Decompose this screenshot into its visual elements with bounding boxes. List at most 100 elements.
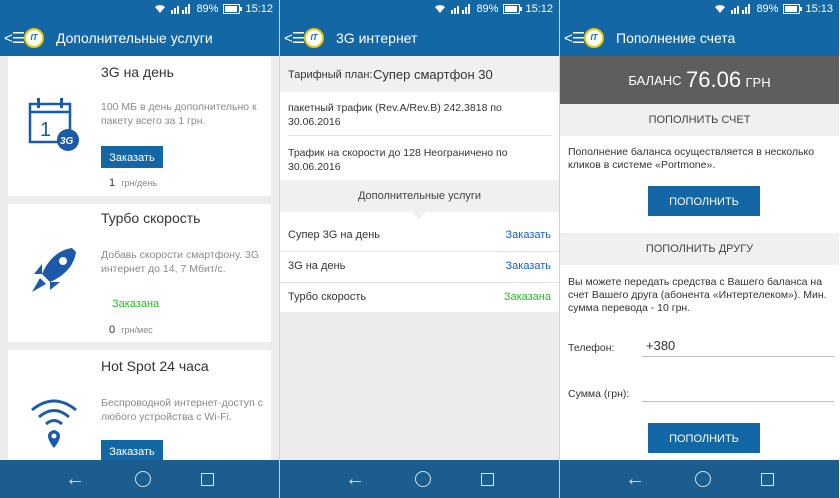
section-header-topup: ПОПОЛНИТЬ СЧЕТ — [560, 104, 839, 136]
card-price: 1 грн/день — [109, 177, 157, 189]
battery-percent: 89% — [756, 3, 779, 15]
app-bar: <☰ IT Дополнительные услуги — [0, 20, 279, 56]
android-nav-bar: ← — [0, 460, 279, 498]
card-title: Турбо скорость — [101, 210, 201, 226]
status-bar: 89% 15:13 — [560, 0, 839, 20]
nav-recents-icon[interactable] — [201, 472, 214, 486]
battery-icon — [223, 4, 243, 14]
calendar-3g-icon: 1 3G — [28, 98, 79, 151]
nav-home-icon[interactable] — [135, 471, 151, 487]
traffic-info-packet: пакетный трафик (Rev.A/Rev.B) 242.3818 п… — [288, 102, 502, 128]
price-value: 1 — [109, 177, 116, 189]
calendar-day-number: 1 — [40, 119, 51, 141]
amount-input[interactable] — [642, 380, 834, 402]
price-unit: грн/день — [121, 178, 157, 188]
calendar-3g-badge: 3G — [60, 136, 74, 147]
screen-3g-internet: 89% 15:12 <☰ IT 3G интернет Тарифный пла… — [280, 0, 559, 498]
service-row: Турбо скорость Заказана — [280, 282, 559, 314]
section-header-friend: ПОПОЛНИТЬ ДРУГУ — [560, 233, 839, 265]
order-super-3g-link[interactable]: Заказать — [506, 229, 552, 241]
page-title: Дополнительные услуги — [56, 30, 213, 46]
balance-amount: 76.06 — [686, 67, 742, 92]
clock: 15:12 — [525, 3, 553, 15]
service-row: Супер 3G на день Заказать — [280, 220, 559, 252]
nav-back-icon[interactable]: ← — [625, 468, 645, 491]
android-nav-bar: ← — [560, 460, 839, 498]
intertelecom-logo: IT — [24, 28, 44, 48]
service-name: 3G на день — [288, 260, 346, 272]
card-description: 100 МБ в день дополнительно к пакету все… — [101, 101, 257, 127]
phone-input[interactable] — [642, 335, 834, 357]
service-name: Супер 3G на день — [288, 229, 381, 241]
card-title: 3G на день — [101, 64, 174, 80]
battery-icon — [503, 4, 523, 14]
topup-friend-button[interactable]: ПОПОЛНИТЬ СЧЕТ — [648, 423, 760, 475]
balance-banner: БАЛАНС 76.06 ГРН — [560, 56, 839, 104]
wifi-signal-icon — [155, 5, 166, 13]
card-title: Hot Spot 24 часа — [101, 358, 209, 374]
wifi-location-icon — [31, 399, 77, 448]
price-value: 0 — [109, 324, 116, 336]
nav-back-icon[interactable]: ← — [345, 468, 365, 491]
menu-back-icon[interactable]: <☰ — [4, 29, 25, 47]
service-row: 3G на день Заказать — [280, 251, 559, 283]
cell-signal-icon — [731, 4, 751, 14]
card-description: Добавь скорости смартфону. 3G интернет д… — [101, 249, 260, 275]
order-3g-day-link[interactable]: Заказать — [506, 260, 552, 272]
status-bar: 89% 15:12 — [280, 0, 559, 20]
section-notch — [412, 212, 426, 219]
android-nav-bar: ← — [280, 460, 559, 498]
card-price: 0 грн/мес — [109, 324, 153, 336]
order-3g-day-button[interactable]: Заказать — [101, 146, 163, 168]
wifi-signal-icon — [715, 5, 726, 13]
order-hotspot-button[interactable]: Заказать — [101, 440, 163, 462]
intertelecom-logo: IT — [304, 28, 324, 48]
phone-label: Телефон: — [568, 342, 615, 354]
price-unit: грн/мес — [121, 325, 153, 335]
status-bar: 89% 15:12 — [0, 0, 279, 20]
tariff-plan-row: Тарифный план: Супер смартфон 30 — [280, 56, 559, 92]
clock: 15:12 — [245, 3, 273, 15]
nav-home-icon[interactable] — [695, 471, 711, 487]
menu-back-icon[interactable]: <☰ — [284, 29, 305, 47]
menu-back-icon[interactable]: <☰ — [564, 29, 585, 47]
nav-recents-icon[interactable] — [481, 472, 494, 486]
app-bar: <☰ IT Пополнение счета — [560, 20, 839, 56]
topup-description: Пополнение баланса осуществляется в неск… — [568, 146, 815, 171]
screen-top-up: 89% 15:13 <☰ IT Пополнение счета БАЛАНС … — [560, 0, 839, 498]
empty-background — [280, 312, 559, 460]
battery-percent: 89% — [196, 3, 219, 15]
nav-back-icon[interactable]: ← — [65, 468, 85, 491]
screen-additional-services: 89% 15:12 <☰ IT Дополнительные услуги 1 … — [0, 0, 279, 498]
balance-currency: ГРН — [745, 75, 771, 90]
turbo-ordered-status: Заказана — [503, 291, 551, 303]
rocket-icon — [32, 248, 76, 292]
service-card-hotspot: Hot Spot 24 часа Беспроводной интернет-д… — [8, 350, 271, 470]
page-title: Пополнение счета — [616, 30, 736, 46]
balance-label: БАЛАНС — [628, 73, 682, 88]
divider — [288, 135, 551, 136]
card-description: Беспроводной интернет-доступ с любого ус… — [101, 397, 263, 423]
intertelecom-logo: IT — [584, 28, 604, 48]
page-title: 3G интернет — [336, 30, 418, 46]
service-name: Турбо скорость — [288, 291, 367, 303]
service-card-turbo: Турбо скорость Добавь скорости смартфону… — [8, 204, 271, 342]
cell-signal-icon — [451, 4, 471, 14]
battery-percent: 89% — [476, 3, 499, 15]
nav-home-icon[interactable] — [415, 471, 431, 487]
section-header-additional: Дополнительные услуги — [280, 180, 559, 212]
clock: 15:13 — [805, 3, 833, 15]
battery-icon — [783, 4, 803, 14]
tariff-plan-label: Тарифный план: — [288, 69, 373, 81]
service-card-3g-day: 1 3G 3G на день 100 МБ в день дополнител… — [8, 56, 271, 196]
app-bar: <☰ IT 3G интернет — [280, 20, 559, 56]
traffic-info-speed: Трафик на скорости до 128 Неограничено п… — [288, 147, 508, 173]
tariff-plan-value: Супер смартфон 30 — [373, 67, 493, 82]
wifi-signal-icon — [435, 5, 446, 13]
nav-recents-icon[interactable] — [761, 472, 774, 486]
amount-label: Сумма (грн): — [568, 388, 630, 400]
topup-account-button[interactable]: ПОПОЛНИТЬ СЧЕТ — [648, 186, 760, 238]
friend-transfer-description: Вы можете передать средства с Вашего бал… — [568, 276, 827, 314]
ordered-status: Заказана — [112, 298, 160, 310]
cell-signal-icon — [171, 4, 191, 14]
